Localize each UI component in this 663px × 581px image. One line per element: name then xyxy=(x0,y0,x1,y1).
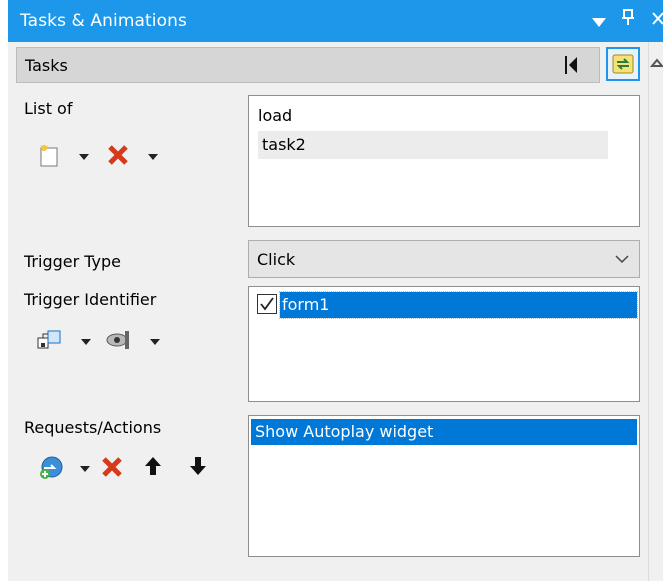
select-objects-dropdown-icon[interactable] xyxy=(81,339,91,345)
action-list-item[interactable]: Show Autoplay widget xyxy=(251,419,637,445)
trigger-identifier-list[interactable]: form1 xyxy=(248,286,640,402)
panel-title: Tasks & Animations xyxy=(20,11,187,31)
panel-scrollbar[interactable] xyxy=(648,42,663,581)
delete-task-dropdown-icon[interactable] xyxy=(148,154,158,160)
pin-icon[interactable] xyxy=(622,8,634,30)
trigger-identifier-item[interactable]: form1 xyxy=(279,291,638,319)
list-item[interactable]: task2 xyxy=(258,131,608,159)
tab-tasks-label: Tasks xyxy=(25,56,68,75)
scroll-up-icon[interactable] xyxy=(650,56,663,68)
sync-icon xyxy=(612,54,634,74)
sync-tasks-button[interactable] xyxy=(606,47,640,81)
list-of-label: List of xyxy=(24,99,73,118)
trigger-type-value: Click xyxy=(257,250,296,269)
new-task-dropdown-icon[interactable] xyxy=(79,154,89,160)
left-edge xyxy=(0,0,8,581)
list-item[interactable]: load xyxy=(258,102,292,130)
trigger-identifier-label: Trigger Identifier xyxy=(24,290,157,309)
collapse-left-icon[interactable] xyxy=(562,54,582,76)
delete-action-icon[interactable] xyxy=(100,455,124,483)
tab-tasks[interactable]: Tasks xyxy=(16,47,600,83)
task-list[interactable]: load task2 xyxy=(248,95,640,227)
requests-actions-label: Requests/Actions xyxy=(24,418,162,437)
panel-titlebar[interactable]: Tasks & Animations xyxy=(8,0,663,42)
requests-actions-list[interactable]: Show Autoplay widget xyxy=(248,415,640,557)
select-objects-icon[interactable] xyxy=(36,328,64,358)
add-action-dropdown-icon[interactable] xyxy=(80,466,90,472)
move-up-icon[interactable] xyxy=(143,455,163,481)
view-object-dropdown-icon[interactable] xyxy=(150,339,160,345)
view-object-icon[interactable] xyxy=(105,327,133,357)
close-icon[interactable] xyxy=(652,10,663,29)
move-down-icon[interactable] xyxy=(188,455,208,481)
add-action-icon[interactable] xyxy=(38,455,64,485)
chevron-down-icon xyxy=(615,255,629,264)
dropdown-arrow-icon[interactable] xyxy=(592,13,606,32)
checkbox-form1[interactable] xyxy=(257,294,277,318)
new-task-icon[interactable] xyxy=(38,143,64,173)
delete-task-icon[interactable] xyxy=(106,143,130,171)
trigger-type-label: Trigger Type xyxy=(24,252,122,271)
trigger-type-select[interactable]: Click xyxy=(248,240,640,278)
